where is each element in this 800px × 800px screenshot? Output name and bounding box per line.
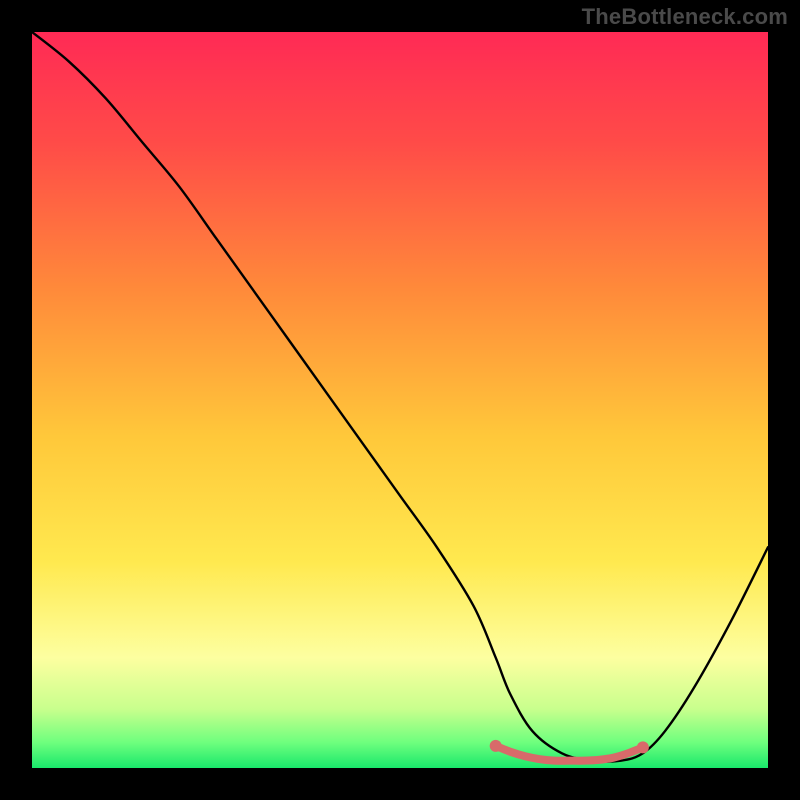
- optimal-range-end-dot: [490, 740, 502, 752]
- optimal-range-end-dot: [637, 741, 649, 753]
- watermark-text: TheBottleneck.com: [582, 4, 788, 30]
- chart-svg: [32, 32, 768, 768]
- plot-area: [32, 32, 768, 768]
- chart-frame: TheBottleneck.com: [0, 0, 800, 800]
